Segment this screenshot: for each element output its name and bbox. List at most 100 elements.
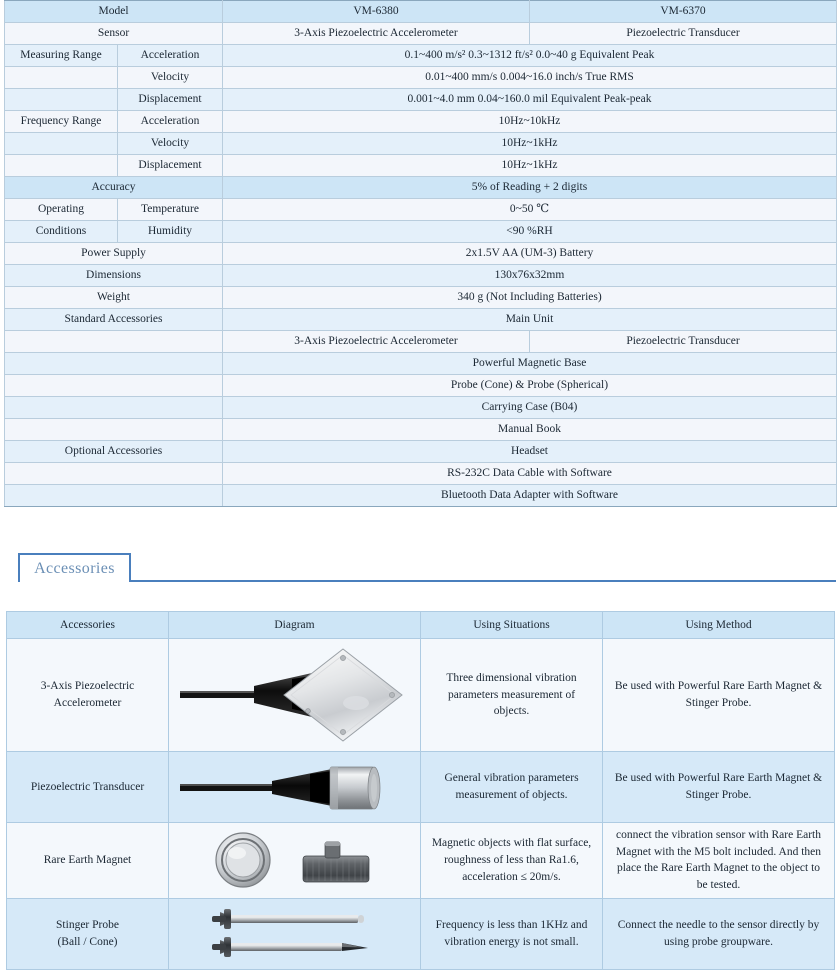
spec-cell: 0.01~400 mm/s 0.004~16.0 inch/s True RMS <box>222 66 837 89</box>
tab-accessories-label: Accessories <box>34 559 115 577</box>
spec-cell: Displacement <box>117 154 223 177</box>
spec-cell-empty <box>4 374 223 397</box>
spec-row: Bluetooth Data Adapter with Software <box>4 484 837 507</box>
accessory-diagram-cell <box>168 822 421 899</box>
spec-cell: Humidity <box>117 220 223 243</box>
spec-row: Measuring Range Acceleration 0.1~400 m/s² … <box>4 44 837 67</box>
spec-cell: Temperature <box>117 198 223 221</box>
spec-cell: Probe (Cone) & Probe (Spherical) <box>222 374 837 397</box>
spec-cell: 0~50 ℃ <box>222 198 837 221</box>
spec-row: Operating Temperature 0~50 ℃ <box>4 198 837 221</box>
accessory-name: Stinger Probe (Ball / Cone) <box>6 897 169 970</box>
spec-cell-empty <box>4 66 118 89</box>
spec-row: Displacement 10Hz~1kHz <box>4 154 837 177</box>
accessory-using-method: connect the vibration sensor with Rare E… <box>602 822 835 899</box>
accessory-row: 3-Axis Piezoelectric Accelerometer Three… <box>6 638 835 752</box>
specification-table-body: Model VM-6380 VM-6370 Sensor 3-Axis Piezoele… <box>4 0 837 507</box>
spec-cell: 10Hz~1kHz <box>222 154 837 177</box>
tab-underline-gap <box>20 580 129 583</box>
accessory-diagram-cell <box>168 897 421 970</box>
accessories-table: Accessories Diagram Using Situations Usi… <box>6 611 835 970</box>
spec-cell: Manual Book <box>222 418 837 441</box>
accessory-row: Piezoelectric Transducer General vibrati… <box>6 751 835 823</box>
spec-row: Standard Accessories Main Unit <box>4 308 837 331</box>
spec-cell: Measuring Range <box>4 44 118 67</box>
spec-cell: 0.001~4.0 mm 0.04~160.0 mil Equivalent P… <box>222 88 837 111</box>
accessory-name: 3-Axis Piezoelectric Accelerometer <box>6 638 169 752</box>
spec-row: Model VM-6380 VM-6370 <box>4 0 837 23</box>
spec-cell: Piezoelectric Transducer <box>529 22 837 45</box>
accessory-using-situation: Frequency is less than 1KHz and vibratio… <box>420 897 603 970</box>
diagram-stage <box>177 828 412 892</box>
diagram-stage <box>177 903 412 965</box>
accessory-name-line1: Piezoelectric Transducer <box>30 780 145 793</box>
column-header-using-method: Using Method <box>602 611 835 639</box>
spec-row: Displacement 0.001~4.0 mm 0.04~160.0 mil … <box>4 88 837 111</box>
accessories-header-row: Accessories Diagram Using Situations Usi… <box>6 611 835 639</box>
spec-cell: 10Hz~10kHz <box>222 110 837 133</box>
accessory-name: Piezoelectric Transducer <box>6 751 169 823</box>
spec-cell: Weight <box>4 286 223 309</box>
spec-cell: 2x1.5V AA (UM-3) Battery <box>222 242 837 265</box>
spec-cell: Power Supply <box>4 242 223 265</box>
accessory-using-situation: Magnetic objects with flat surface, roug… <box>420 822 603 899</box>
spec-cell: Powerful Magnetic Base <box>222 352 837 375</box>
spec-row: Manual Book <box>4 418 837 441</box>
spec-cell: 5% of Reading + 2 digits <box>222 176 837 199</box>
spec-cell: Optional Accessories <box>4 440 223 463</box>
spec-row: Power Supply 2x1.5V AA (UM-3) Battery <box>4 242 837 265</box>
accessory-name-line1: 3-Axis Piezoelectric <box>40 680 135 693</box>
accessory-name-line1: Rare Earth Magnet <box>43 854 132 866</box>
accessory-row: Stinger Probe (Ball / Cone) Frequency is… <box>6 897 835 970</box>
spec-cell: Acceleration <box>117 44 223 67</box>
spec-cell-empty <box>4 88 118 111</box>
stinger-probe-icon <box>211 908 368 957</box>
tab-accessories[interactable]: Accessories <box>18 553 131 582</box>
tab-underline <box>18 580 836 582</box>
diagram-stage <box>177 756 412 818</box>
spec-cell: Velocity <box>117 132 223 155</box>
spec-row: Sensor 3-Axis Piezoelectric Accelerometer… <box>4 22 837 45</box>
rare-earth-magnet-icon <box>214 832 369 888</box>
spec-cell: 10Hz~1kHz <box>222 132 837 155</box>
accessory-name: Rare Earth Magnet <box>6 822 169 899</box>
spec-row: Frequency Range Acceleration 10Hz~10kHz <box>4 110 837 133</box>
accessories-tab-bar: Accessories <box>4 549 840 589</box>
product-spec-page: Model VM-6380 VM-6370 Sensor 3-Axis Piezoele… <box>0 0 840 970</box>
spec-cell: Conditions <box>4 220 118 243</box>
spec-cell: Acceleration <box>117 110 223 133</box>
spec-cell: 130x76x32mm <box>222 264 837 287</box>
spec-cell: Carrying Case (B04) <box>222 396 837 419</box>
column-header-diagram: Diagram <box>168 611 421 639</box>
accessory-using-method: Be used with Powerful Rare Earth Magnet … <box>602 751 835 823</box>
spec-cell: Model <box>4 0 223 23</box>
accessory-using-method: Be used with Powerful Rare Earth Magnet … <box>602 638 835 752</box>
spec-cell: 3-Axis Piezoelectric Accelerometer <box>222 330 530 353</box>
spec-row: Accuracy 5% of Reading + 2 digits <box>4 176 837 199</box>
spec-row: 3-Axis Piezoelectric Accelerometer Piezoe… <box>4 330 837 353</box>
spec-cell: Frequency Range <box>4 110 118 133</box>
column-header-using-situations: Using Situations <box>420 611 603 639</box>
column-header-accessories: Accessories <box>6 611 169 639</box>
spec-cell-empty <box>4 462 223 485</box>
spec-cell: Headset <box>222 440 837 463</box>
spec-row: Optional Accessories Headset <box>4 440 837 463</box>
spec-cell-empty <box>4 396 223 419</box>
spec-cell: 340 g (Not Including Batteries) <box>222 286 837 309</box>
accessories-table-body: 3-Axis Piezoelectric Accelerometer Three… <box>6 638 835 970</box>
spec-row: Weight 340 g (Not Including Batteries) <box>4 286 837 309</box>
spec-row: Dimensions 130x76x32mm <box>4 264 837 287</box>
spec-row: Velocity 0.01~400 mm/s 0.004~16.0 inch/s … <box>4 66 837 89</box>
spec-row: RS-232C Data Cable with Software <box>4 462 837 485</box>
spec-row: Conditions Humidity <90 %RH <box>4 220 837 243</box>
spec-cell: RS-232C Data Cable with Software <box>222 462 837 485</box>
spec-cell: 0.1~400 m/s² 0.3~1312 ft/s² 0.0~40 g Equ… <box>222 44 837 67</box>
spec-cell: Sensor <box>4 22 223 45</box>
spec-row: Velocity 10Hz~1kHz <box>4 132 837 155</box>
accessory-name-line1: Stinger Probe <box>56 919 119 932</box>
accessory-using-method: Connect the needle to the sensor directl… <box>602 897 835 970</box>
accessory-row: Rare Earth Magnet Magnetic objects with … <box>6 822 835 899</box>
accessory-name-line2: Accelerometer <box>53 697 122 709</box>
spec-cell: Displacement <box>117 88 223 111</box>
spec-cell-empty <box>4 330 223 353</box>
